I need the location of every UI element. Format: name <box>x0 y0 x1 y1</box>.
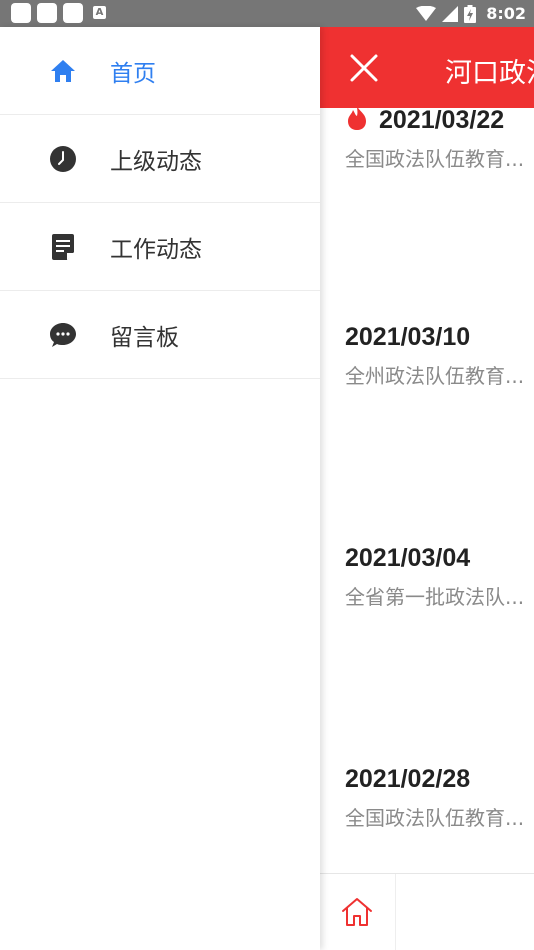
system-tray: 8:02 <box>416 3 526 24</box>
fire-icon <box>348 106 366 130</box>
drawer-item-message-board[interactable]: 留言板 <box>0 291 320 379</box>
news-desc: 全国政法队伍教育... <box>345 806 525 830</box>
news-item[interactable]: 2021/03/04 全省第一批政法队... <box>345 544 534 610</box>
status-time: 8:02 <box>486 4 526 23</box>
home-outline-icon <box>342 898 372 926</box>
news-desc: 全省第一批政法队... <box>345 585 525 609</box>
bottom-nav <box>320 873 534 950</box>
page-title: 河口政法 <box>445 58 534 89</box>
battery-icon <box>464 4 477 23</box>
drawer-item-work-news[interactable]: 工作动态 <box>0 203 320 291</box>
signal-icon <box>442 5 459 22</box>
drawer-item-label: 工作动态 <box>110 237 202 263</box>
news-date: 2021/03/10 <box>345 323 471 351</box>
drawer-item-home[interactable]: 首页 <box>0 27 320 115</box>
app-icon <box>11 3 31 23</box>
news-date: 2021/02/28 <box>345 765 471 793</box>
document-icon <box>52 234 74 260</box>
navigation-drawer: 首页 上级动态 工作动态 留言板 <box>0 27 320 950</box>
app-icon <box>63 3 83 23</box>
home-icon <box>51 60 75 82</box>
news-date: 2021/03/22 <box>379 106 505 134</box>
app-toolbar: 河口政法 <box>320 27 534 108</box>
clock-icon <box>50 146 76 172</box>
main-content: 河口政法 2021/03/22 全国政法队伍教育... 2021/03/10 全… <box>320 27 534 950</box>
drawer-item-label: 首页 <box>110 61 156 87</box>
chat-icon <box>50 323 76 347</box>
a-icon: A <box>93 6 106 19</box>
news-item[interactable]: 2021/02/28 全国政法队伍教育... <box>345 765 534 831</box>
news-desc: 全国政法队伍教育... <box>345 147 525 171</box>
news-item[interactable]: 2021/03/22 全国政法队伍教育... <box>345 105 534 172</box>
news-item[interactable]: 2021/03/10 全州政法队伍教育... <box>345 323 534 389</box>
close-icon[interactable] <box>342 51 386 85</box>
drawer-item-label: 留言板 <box>110 325 179 351</box>
status-bar: A 8:02 <box>0 0 534 27</box>
news-date: 2021/03/04 <box>345 544 471 572</box>
app-icon <box>37 3 57 23</box>
drawer-item-label: 上级动态 <box>110 149 202 175</box>
bottom-tab-home[interactable] <box>320 874 396 950</box>
news-desc: 全州政法队伍教育... <box>345 364 525 388</box>
wifi-icon <box>416 5 437 21</box>
drawer-item-superior-news[interactable]: 上级动态 <box>0 115 320 203</box>
